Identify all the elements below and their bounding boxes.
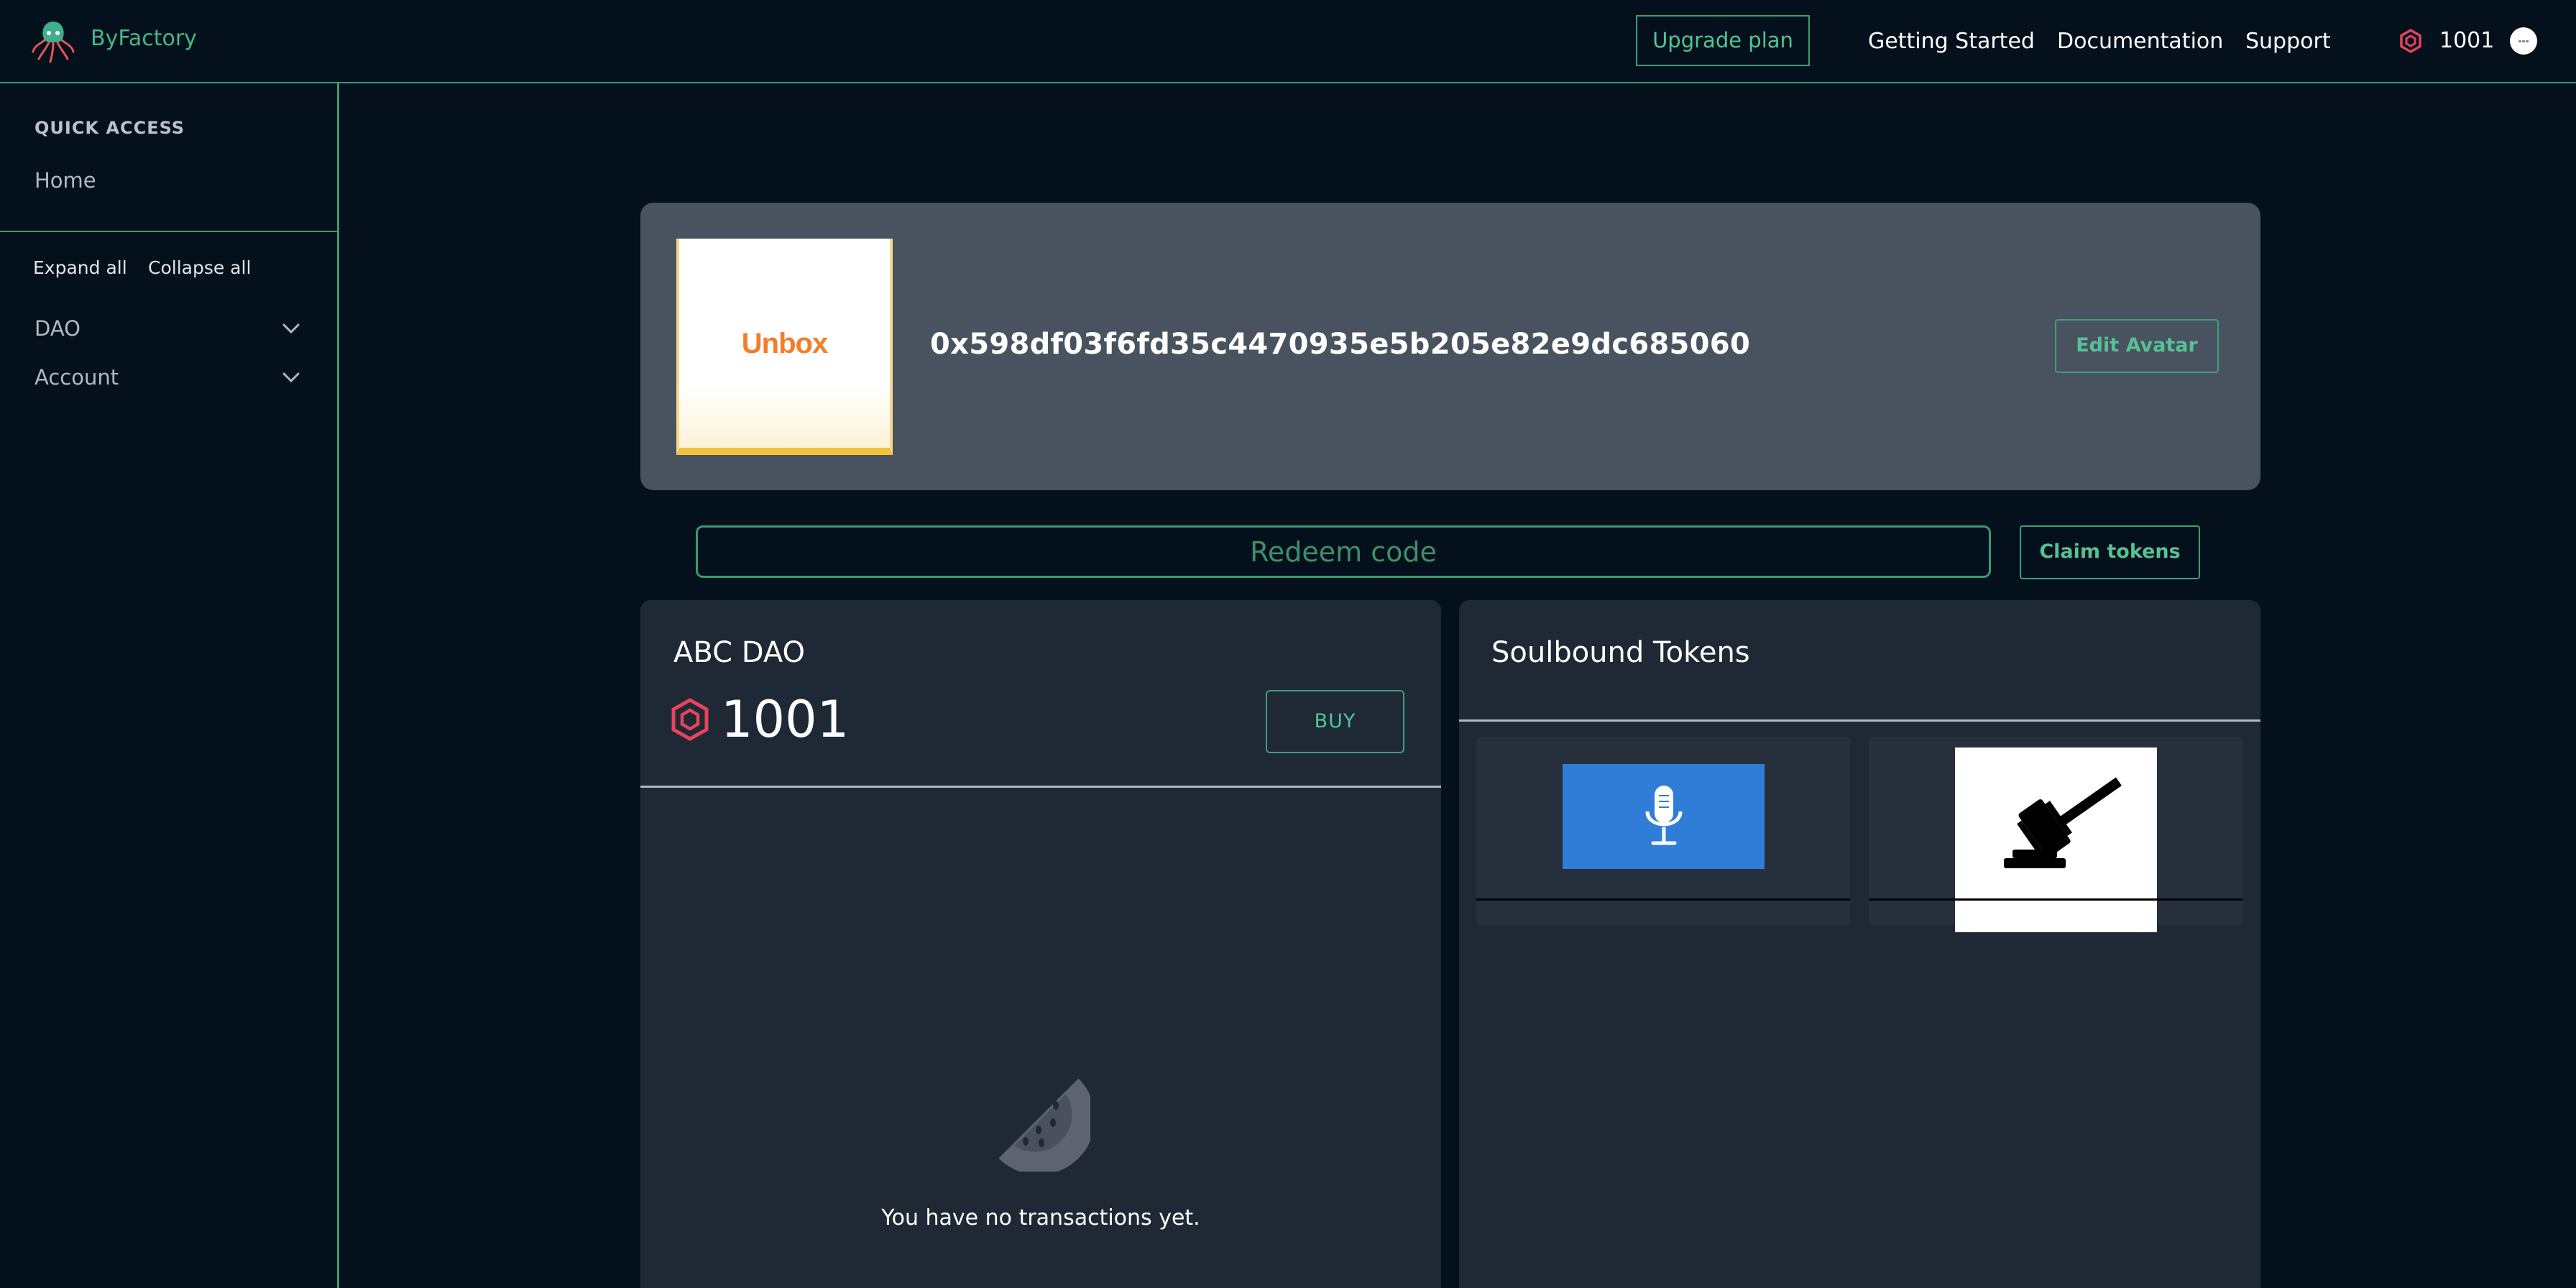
edit-avatar-button[interactable]: Edit Avatar xyxy=(2055,319,2219,373)
sidebar: QUICK ACCESS Home Expand all Collapse al… xyxy=(0,83,339,1288)
sidebar-item-home[interactable]: Home xyxy=(34,168,96,193)
token-icon xyxy=(671,698,709,741)
brand-name[interactable]: ByFactory xyxy=(91,26,197,51)
wallet-address: 0x598df03f6fd35c4470935e5b205e82e9dc6850… xyxy=(930,328,1751,361)
soulbound-token-card[interactable] xyxy=(1869,737,2242,932)
octopus-logo-icon[interactable] xyxy=(32,17,75,63)
panel-divider xyxy=(640,786,1441,788)
buy-button[interactable]: BUY xyxy=(1266,690,1404,753)
nav-getting-started[interactable]: Getting Started xyxy=(1868,29,2035,54)
soulbound-tokens-panel: Soulbound Tokens xyxy=(1459,600,2260,1288)
microphone-token-image xyxy=(1563,764,1765,869)
upgrade-plan-button[interactable]: Upgrade plan xyxy=(1636,15,1810,66)
panel-divider xyxy=(1459,719,2260,722)
soulbound-title: Soulbound Tokens xyxy=(1491,636,1750,669)
token-balance: 1001 xyxy=(2439,28,2495,53)
watermelon-icon xyxy=(998,1078,1090,1172)
chevron-down-icon[interactable] xyxy=(282,323,300,334)
soulbound-token-card[interactable] xyxy=(1476,737,1850,925)
claim-tokens-button[interactable]: Claim tokens xyxy=(2020,525,2200,579)
top-bar: ByFactory Upgrade plan Getting Started D… xyxy=(0,0,2576,83)
dao-balance: 1001 xyxy=(721,690,850,749)
microphone-icon xyxy=(1645,786,1683,845)
sidebar-group-dao[interactable]: DAO xyxy=(34,316,80,341)
dao-name: ABC DAO xyxy=(673,636,805,669)
collapse-all-button[interactable]: Collapse all xyxy=(148,257,251,278)
user-menu-button[interactable] xyxy=(2510,27,2537,55)
empty-transactions-message: You have no transactions yet. xyxy=(881,1205,1200,1230)
nav-support[interactable]: Support xyxy=(2245,29,2331,54)
expand-all-button[interactable]: Expand all xyxy=(33,257,127,278)
avatar-logo-text: Unbox xyxy=(741,328,828,359)
nav-documentation[interactable]: Documentation xyxy=(2057,29,2223,54)
sidebar-divider xyxy=(0,231,337,232)
token-icon xyxy=(2400,29,2421,53)
gavel-icon xyxy=(2004,777,2122,868)
quick-access-title: QUICK ACCESS xyxy=(34,118,185,138)
gavel-token-image xyxy=(1955,748,2157,932)
chevron-down-icon[interactable] xyxy=(282,372,300,383)
avatar[interactable]: Unbox xyxy=(676,239,893,455)
profile-card: Unbox 0x598df03f6fd35c4470935e5b205e82e9… xyxy=(640,203,2260,490)
dao-panel: ABC DAO 1001 BUY You have no transaction… xyxy=(640,600,1441,1288)
sidebar-group-account[interactable]: Account xyxy=(34,365,119,390)
redeem-code-input[interactable] xyxy=(696,525,1991,578)
